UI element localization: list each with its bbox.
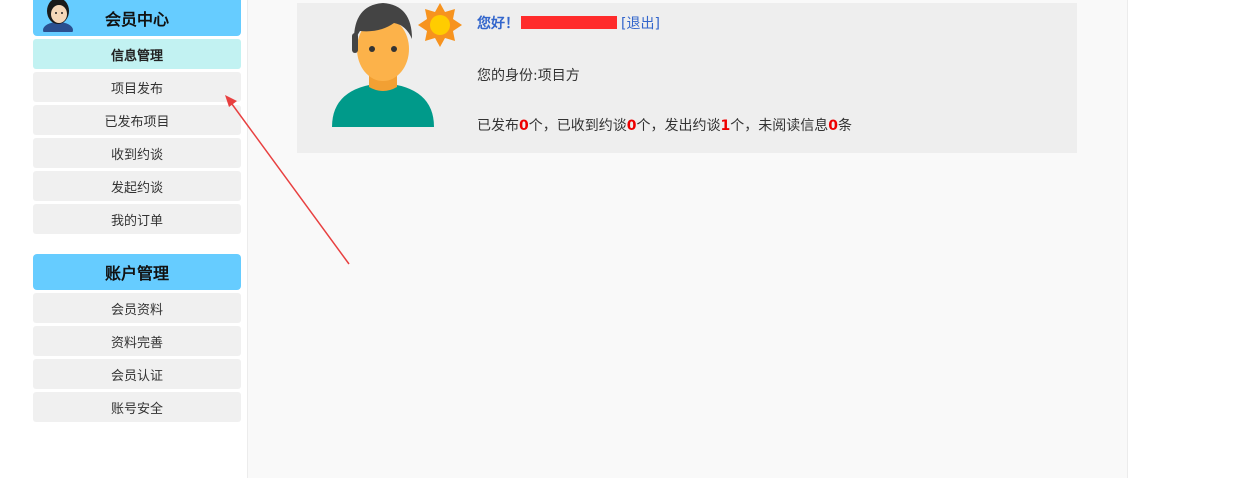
stat-unit: 个 [528,118,543,134]
menu-item-received-meetings[interactable]: 收到约谈 [33,138,241,168]
profile-card: 您好！ [退出] 您的身份:项目方 已发布0个，已收到约谈0个，发出约谈1个，未阅… [297,3,1077,153]
redacted-username [521,16,617,29]
member-center-header: 会员中心 [33,0,241,36]
stats-line: 已发布0个，已收到约谈0个，发出约谈1个，未阅读信息0条 [477,115,852,135]
menu-item-initiated-meetings[interactable]: 发起约谈 [33,171,241,201]
stat-published-label: 已发布 [477,118,519,134]
menu-item-member-profile[interactable]: 会员资料 [33,293,241,323]
sidebar: 会员中心 信息管理 项目发布 已发布项目 收到约谈 发起约谈 我的订单 账户管理… [33,0,241,422]
account-management-header: 账户管理 [33,254,241,290]
menu-item-project-publish[interactable]: 项目发布 [33,72,241,102]
stat-unread-label: ，未阅读信息 [744,118,829,134]
greeting-line: 您好！ [退出] [477,15,660,33]
identity-text: 您的身份:项目方 [477,68,580,84]
menu-item-published-projects[interactable]: 已发布项目 [33,105,241,135]
stat-unit-tiao: 条 [838,118,852,134]
menu-item-account-security[interactable]: 账号安全 [33,392,241,422]
stat-unit: 个 [636,118,651,134]
stat-sent-count: 1 [720,118,731,134]
stat-published-count: 0 [519,118,529,134]
stat-unit: 个 [730,118,745,134]
menu-item-member-verification[interactable]: 会员认证 [33,359,241,389]
logout-link[interactable]: [退出] [621,16,660,32]
menu-item-info-management[interactable]: 信息管理 [33,39,241,69]
stat-received-label: ，已收到约谈 [542,118,627,134]
stat-unread-count: 0 [828,118,838,134]
greeting-text: 您好！ [477,16,519,32]
menu-item-my-orders[interactable]: 我的订单 [33,204,241,234]
sun-badge-icon [418,3,462,47]
member-center-title: 会员中心 [104,10,169,29]
menu-item-profile-completion[interactable]: 资料完善 [33,326,241,356]
account-management-title: 账户管理 [104,264,169,283]
stat-received-count: 0 [626,118,637,134]
member-avatar-icon [43,0,73,32]
stat-sent-label: ，发出约谈 [650,118,721,134]
